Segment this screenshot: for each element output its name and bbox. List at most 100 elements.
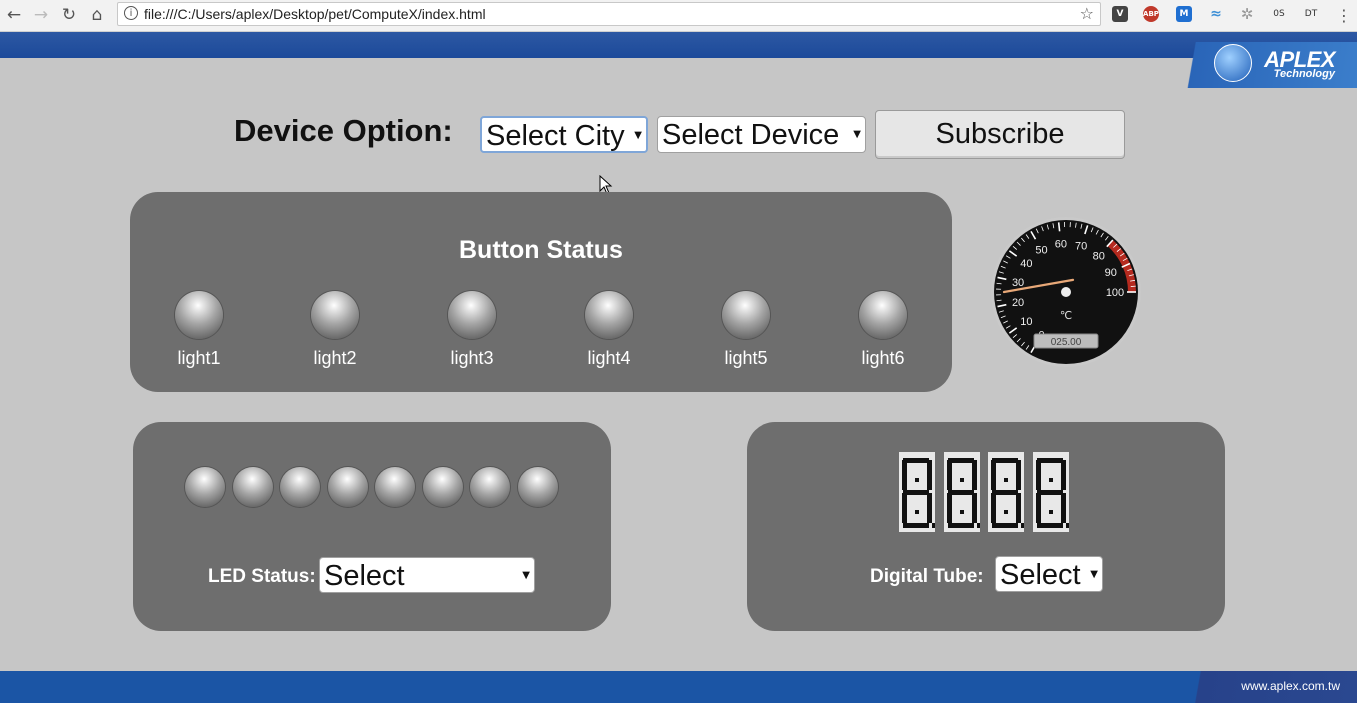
address-bar[interactable]: i file:///C:/Users/aplex/Desktop/pet/Com… (117, 2, 1101, 26)
light-label: light4 (587, 348, 631, 368)
segment (946, 493, 952, 523)
led-indicator (232, 467, 273, 507)
segment-dot (1004, 510, 1008, 514)
adblock-icon[interactable]: ABP (1143, 6, 1159, 22)
footer-website: www.aplex.com.tw (1241, 679, 1340, 693)
segment (971, 460, 977, 490)
segment (946, 460, 952, 490)
seven-segment-digit (988, 452, 1024, 532)
segment (1035, 493, 1041, 523)
segment (991, 460, 996, 490)
led-indicator (327, 467, 368, 507)
dropdown-arrow-icon: ▼ (634, 130, 642, 141)
segment (947, 523, 974, 528)
browser-toolbar: ← → ↻ ⌂ i file:///C:/Users/aplex/Desktop… (0, 0, 1357, 32)
light-indicator (585, 291, 633, 339)
light-indicator (175, 291, 223, 339)
segment (991, 493, 996, 523)
led-indicator (422, 467, 463, 507)
segment-dot (915, 510, 919, 514)
digital-tube-label: Digital Tube: (870, 566, 984, 587)
light-label: light5 (724, 348, 768, 368)
gauge-tick-label: 50 (1035, 245, 1047, 257)
led-indicator (517, 467, 558, 507)
bookmark-star-icon[interactable]: ☆ (1080, 4, 1094, 23)
gauge-tick-label: 90 (1105, 267, 1117, 279)
segment (1035, 460, 1041, 490)
device-select-value: Select Device (662, 119, 840, 151)
digital-tube-select[interactable]: Select ▼ (995, 556, 1103, 592)
gauge-tick-label: 70 (1075, 240, 1087, 252)
temperature-gauge: 0102030405060708090100 ℃ 025.00 (991, 217, 1141, 367)
segment (1016, 493, 1021, 523)
gauge-tick-label: 20 (1012, 297, 1024, 309)
segment-dot (1048, 478, 1053, 482)
bird-icon[interactable]: ≈ (1208, 6, 1224, 22)
os-icon[interactable]: 0S (1271, 6, 1287, 22)
segment (927, 460, 932, 490)
led-status-select[interactable]: Select ▼ (319, 557, 535, 593)
forward-icon[interactable]: → (30, 4, 52, 26)
segment (902, 493, 907, 523)
gauge-tick-label: 100 (1106, 287, 1124, 299)
menu-icon[interactable]: ⋮ (1333, 4, 1355, 26)
button-status-title: Button Status (459, 236, 623, 264)
v-icon[interactable]: V (1112, 6, 1128, 22)
led-indicator (185, 467, 225, 507)
gauge-hub (1061, 287, 1071, 297)
seven-segment-glyph (991, 458, 1024, 528)
logo-subtext: Technology (1273, 68, 1335, 80)
segment-dot (959, 478, 964, 482)
seven-segment-digit (943, 452, 980, 532)
seven-segment-glyph (902, 458, 935, 528)
subscribe-button[interactable]: Subscribe (875, 110, 1125, 159)
led-indicator (280, 467, 320, 507)
led-indicator (375, 467, 415, 507)
segment (971, 493, 977, 523)
light-label: light3 (450, 348, 494, 368)
led-indicator (470, 467, 510, 507)
seven-segment-digit (899, 452, 935, 532)
gauge-tick-label: 10 (1020, 316, 1032, 328)
light-label: light2 (313, 348, 357, 368)
footer-bar (0, 671, 1357, 703)
segment (1060, 460, 1066, 490)
segment (992, 523, 1018, 528)
device-option-label: Device Option: (234, 113, 453, 148)
segment (903, 523, 929, 528)
reload-icon[interactable]: ↻ (58, 4, 80, 26)
home-icon[interactable]: ⌂ (86, 4, 108, 26)
segment-dot (1004, 478, 1008, 482)
gauge-readout: 025.00 (1051, 337, 1082, 348)
segment (927, 493, 932, 523)
header-bar (0, 32, 1357, 58)
dt-icon[interactable]: DT (1303, 6, 1319, 22)
segment-dot (1048, 510, 1053, 514)
light-label: light1 (177, 348, 221, 368)
dropdown-arrow-icon: ▼ (1090, 569, 1098, 580)
back-icon[interactable]: ← (3, 4, 25, 26)
led-status-panel (133, 422, 611, 631)
light-indicator (859, 291, 907, 339)
gauge-tick-label: 80 (1093, 251, 1105, 263)
seven-segment-glyph (1035, 458, 1069, 528)
decimal-point (1021, 523, 1024, 528)
device-select[interactable]: Select Device ▼ (657, 116, 866, 153)
info-icon[interactable]: i (124, 6, 138, 20)
light-label: light6 (861, 348, 905, 368)
seven-segment-digit (1032, 452, 1069, 532)
led-status-select-value: Select (324, 560, 405, 592)
segment (1016, 460, 1021, 490)
dropdown-arrow-icon: ▼ (853, 129, 861, 140)
gauge-tick-label: 60 (1055, 238, 1067, 250)
m-icon[interactable]: M (1176, 6, 1192, 22)
loading-icon[interactable]: ✲ (1239, 6, 1255, 22)
decimal-point (932, 523, 935, 528)
led-status-label: LED Status: (208, 566, 316, 587)
segment-dot (915, 478, 919, 482)
gauge-tick-label: 30 (1012, 277, 1024, 289)
seven-segment-glyph (946, 458, 980, 528)
city-select[interactable]: Select City ▼ (480, 116, 648, 153)
gauge-unit: ℃ (1060, 309, 1072, 322)
button-status-panel (130, 192, 952, 392)
